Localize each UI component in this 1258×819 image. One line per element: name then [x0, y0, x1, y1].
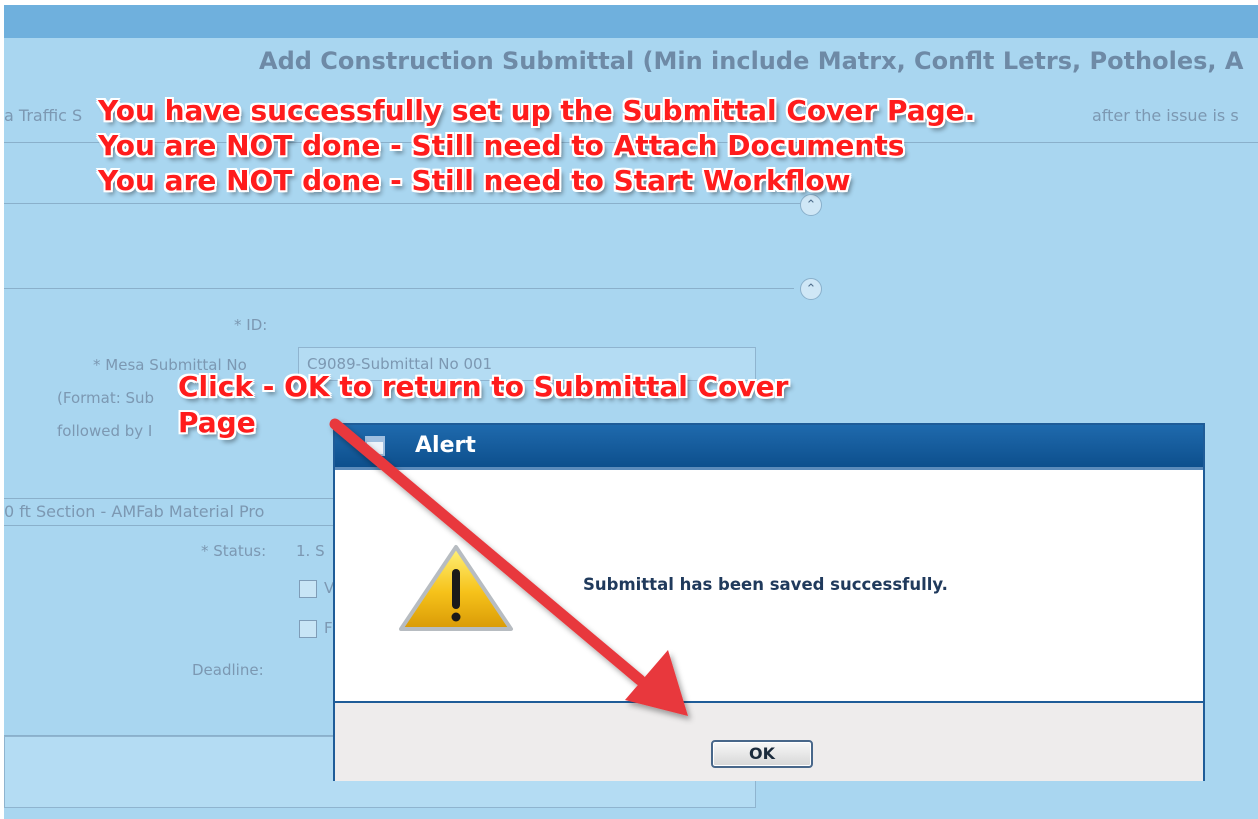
- info-text-left: a Traffic S: [4, 106, 83, 125]
- callout-line-1: You have successfully set up the Submitt…: [98, 94, 976, 127]
- callout-line-2: You are NOT done - Still need to Attach …: [98, 129, 905, 162]
- alert-message: Submittal has been saved successfully.: [583, 575, 948, 594]
- top-header-bar: [4, 5, 1258, 38]
- click-ok-callout: Click - OK to return to Submittal Cover …: [178, 369, 788, 441]
- section-divider-4: [4, 525, 339, 526]
- click-callout-line-1: Click - OK to return to Submittal Cover: [178, 370, 789, 403]
- collapse-section-icon[interactable]: ⌃: [800, 278, 822, 300]
- section-text: 0 ft Section - AMFab Material Pro: [4, 502, 265, 521]
- checkbox-2[interactable]: [299, 620, 317, 638]
- page-title: Add Construction Submittal (Min include …: [259, 47, 1244, 75]
- alert-dialog: Alert Submittal has been saved successfu…: [333, 423, 1205, 781]
- instruction-callout: You have successfully set up the Submitt…: [98, 93, 975, 198]
- ok-button[interactable]: OK: [711, 740, 813, 768]
- alert-footer: OK: [335, 701, 1203, 781]
- section-divider-3: [4, 498, 339, 499]
- checkbox-2-label: F: [324, 619, 333, 637]
- checkbox-1[interactable]: [299, 580, 317, 598]
- section-divider-1: [4, 203, 804, 204]
- click-callout-line-2: Page: [178, 406, 256, 439]
- status-value: 1. S: [296, 542, 325, 560]
- id-label: * ID:: [234, 316, 268, 334]
- info-text-right: after the issue is s: [1092, 106, 1239, 125]
- section-divider-2: [4, 288, 794, 289]
- format-hint: (Format: Sub: [57, 389, 155, 407]
- warning-icon: [399, 545, 513, 631]
- followed-by-hint: followed by I: [57, 422, 153, 440]
- status-label: * Status:: [201, 542, 267, 560]
- callout-line-3: You are NOT done - Still need to Start W…: [98, 164, 851, 197]
- deadline-label: Deadline:: [192, 661, 264, 679]
